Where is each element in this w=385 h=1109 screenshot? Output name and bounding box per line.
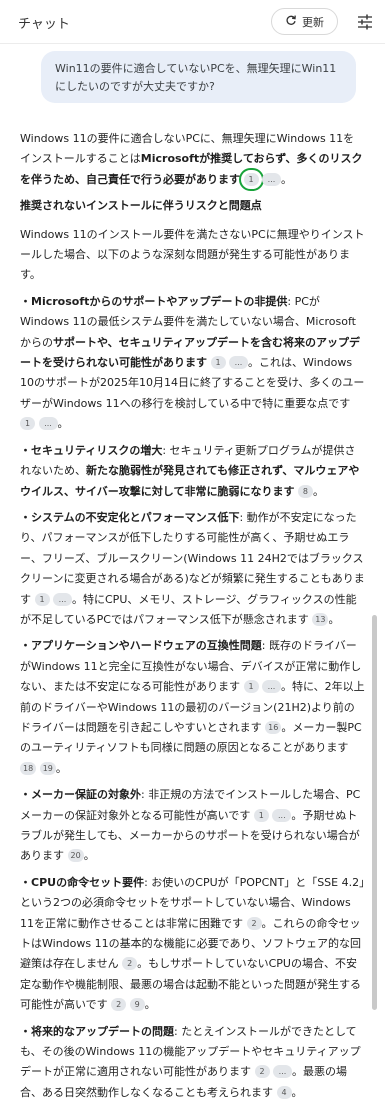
more-citations-button[interactable]: ...: [38, 417, 58, 431]
list-item: ・CPUの命令セット要件: お使いのCPUが「POPCNT」と「SSE 4.2」…: [20, 875, 365, 1012]
refresh-button[interactable]: 更新: [271, 8, 338, 35]
list-item: ・メーカー保証の対象外: 非正規の方法でインストールした場合、PCメーカーの保証…: [20, 788, 361, 863]
citation-badge[interactable]: 1: [243, 680, 259, 694]
citation-badge[interactable]: 1: [34, 592, 50, 606]
item-title: ・セキュリティリスクの増大: [20, 443, 163, 457]
scrollbar-thumb[interactable]: [372, 615, 377, 1010]
list-item: ・アプリケーションやハードウェアの互換性問題: 既存のドライバーがWindows…: [20, 639, 365, 775]
item-title: ・CPUの命令セット要件: [20, 875, 145, 889]
citation-badge[interactable]: 9: [129, 998, 145, 1012]
item-title: ・アプリケーションやハードウェアの互換性問題: [20, 639, 262, 653]
list-item: ・セキュリティリスクの増大: セキュリティ更新プログラムが提供されないため、新た…: [20, 443, 360, 498]
citation-badge[interactable]: 2: [122, 957, 138, 971]
settings-sliders-icon[interactable]: [355, 12, 375, 32]
citation-badge[interactable]: 1: [20, 417, 35, 431]
citation-badge[interactable]: 1: [238, 167, 264, 191]
citation-badge[interactable]: 19: [39, 761, 56, 775]
section-heading: 推奨されないインストールに伴うリスクと問題点: [20, 199, 262, 213]
citation-badge[interactable]: 20: [67, 849, 84, 863]
more-citations-button[interactable]: ...: [229, 356, 248, 370]
more-citations-button[interactable]: ...: [262, 172, 281, 186]
list-item: ・システムの不安定化とパフォーマンス低下: 動作が不安定になったり、パフォーマン…: [20, 510, 365, 626]
answer-intro: Windows 11の要件に適合しないPCに、無理矢理にWindows 11をイ…: [20, 132, 363, 191]
citation-badge[interactable]: 16: [265, 720, 282, 734]
citation-badge[interactable]: 8: [297, 484, 313, 498]
item-title: ・メーカー保証の対象外: [20, 788, 141, 802]
citation-badge[interactable]: 2: [111, 998, 127, 1012]
list-item: ・将来的なアップデートの問題: たとえインストールができたとしても、その後のWi…: [20, 1024, 361, 1099]
item-title: ・Microsoftからのサポートやアップデートの非提供: [20, 294, 288, 308]
citation-badge[interactable]: 18: [20, 761, 37, 775]
user-message: Win11の要件に適合していないPCを、無理矢理にWin11にしたいのですが大丈…: [41, 51, 356, 103]
item-title: ・将来的なアップデートの問題: [20, 1024, 174, 1038]
more-citations-button[interactable]: ...: [272, 808, 292, 822]
list-item: ・Microsoftからのサポートやアップデートの非提供: PCがWindows…: [20, 294, 365, 431]
item-title: ・システムの不安定化とパフォーマンス低下: [20, 510, 240, 524]
lead-paragraph: Windows 11のインストール要件を満たさないPCに無理やりインストールした…: [20, 227, 365, 282]
citation-badge[interactable]: 2: [246, 916, 262, 930]
assistant-answer: Windows 11の要件に適合しないPCに、無理矢理にWindows 11をイ…: [20, 129, 365, 1109]
citation-badge[interactable]: 1: [253, 808, 269, 822]
more-citations-button[interactable]: ...: [53, 592, 72, 606]
header-title: チャット: [18, 17, 70, 32]
refresh-icon: [285, 14, 297, 29]
citation-badge[interactable]: 1: [210, 356, 226, 370]
chat-header: チャット 更新: [0, 0, 385, 44]
refresh-label: 更新: [302, 15, 324, 29]
more-citations-button[interactable]: ...: [262, 680, 281, 694]
citation-badge[interactable]: 2: [254, 1065, 270, 1079]
citation-badge[interactable]: 13: [312, 612, 329, 626]
item-text: : 動作が不安定になったり、パフォーマンスが低下したりする可能性が高く、予期せぬ…: [20, 510, 365, 606]
more-citations-button[interactable]: ...: [273, 1065, 292, 1079]
citation-badge[interactable]: 4: [276, 1085, 292, 1099]
